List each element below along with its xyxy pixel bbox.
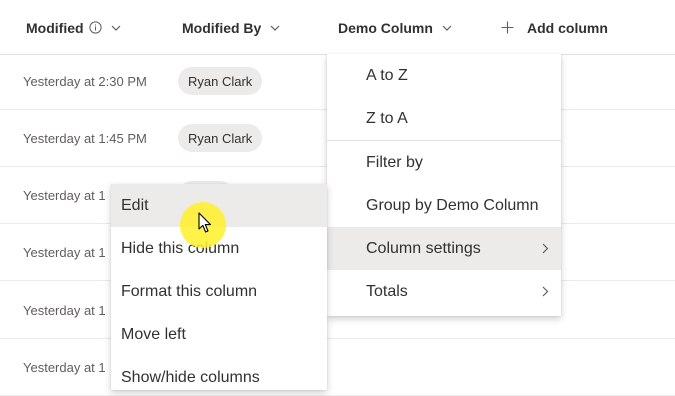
menu-item-sort-a-to-z[interactable]: A to Z: [327, 54, 561, 97]
modified-cell: Yesterday at 1: [23, 187, 106, 203]
chevron-down-icon[interactable]: [111, 25, 121, 31]
column-header-label: Modified: [26, 19, 84, 36]
menu-item-label: Filter by: [366, 153, 423, 171]
column-header-modified-by[interactable]: Modified By: [182, 0, 280, 55]
column-header-modified[interactable]: Modified: [26, 0, 121, 55]
modified-cell: Yesterday at 1: [23, 244, 106, 260]
info-icon[interactable]: [88, 21, 102, 34]
modified-cell: Yesterday at 2:30 PM: [23, 73, 147, 89]
menu-item-filter-by[interactable]: Filter by: [327, 141, 561, 184]
modified-cell: Yesterday at 1: [23, 359, 106, 375]
column-header-label: Modified By: [182, 19, 262, 36]
menu-item-column-settings[interactable]: Column settings: [327, 227, 561, 270]
column-menu: A to Z Z to A Filter by Group by Demo Co…: [327, 54, 561, 316]
menu-item-label: Totals: [366, 282, 408, 300]
menu-item-label: Edit: [121, 196, 149, 214]
menu-item-label: Group by Demo Column: [366, 196, 539, 214]
chevron-right-icon: [542, 227, 549, 270]
menu-item-label: Move left: [121, 325, 186, 343]
add-column-button[interactable]: Add column: [501, 0, 608, 55]
menu-item-label: Z to A: [366, 109, 408, 127]
chevron-down-icon[interactable]: [442, 25, 452, 31]
mouse-cursor-icon: [198, 212, 212, 239]
modified-cell: Yesterday at 1: [23, 302, 106, 318]
menu-item-sort-z-to-a[interactable]: Z to A: [327, 97, 561, 140]
menu-item-label: Show/hide columns: [121, 368, 260, 386]
add-column-label: Add column: [527, 19, 608, 36]
modified-cell: Yesterday at 1:45 PM: [23, 130, 147, 146]
menu-item-totals[interactable]: Totals: [327, 270, 561, 313]
chevron-right-icon: [542, 270, 549, 313]
menu-item-label: Column settings: [366, 239, 481, 257]
person-pill[interactable]: Ryan Clark: [178, 67, 263, 95]
menu-item-label: Hide this column: [121, 239, 240, 257]
list-header: Modified Modified By Demo Column Add col…: [0, 0, 675, 55]
submenu-item-show-hide-columns[interactable]: Show/hide columns: [111, 356, 327, 390]
menu-item-label: A to Z: [366, 66, 408, 84]
submenu-item-move-left[interactable]: Move left: [111, 313, 327, 356]
menu-item-label: Format this column: [121, 282, 258, 300]
plus-icon: [501, 21, 514, 34]
submenu-item-format-column[interactable]: Format this column: [111, 270, 327, 313]
column-header-label: Demo Column: [338, 19, 433, 36]
chevron-down-icon[interactable]: [270, 25, 280, 31]
person-pill[interactable]: Ryan Clark: [178, 124, 263, 152]
table-row[interactable]: Yesterday at 1: [0, 339, 675, 396]
column-header-demo-column[interactable]: Demo Column: [338, 0, 452, 55]
menu-item-group-by[interactable]: Group by Demo Column: [327, 184, 561, 227]
